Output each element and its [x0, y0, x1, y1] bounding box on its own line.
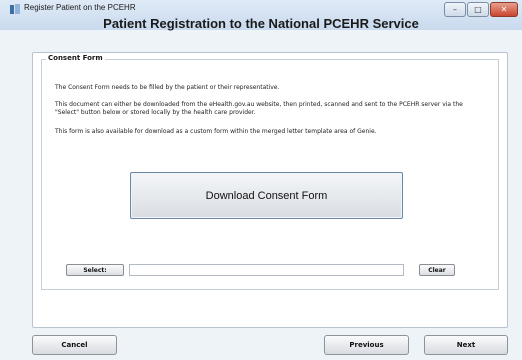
app-icon [10, 4, 20, 14]
consent-instruction-3: This form is also available for download… [55, 128, 377, 135]
register-patient-window: Register Patient on the PCEHR – □ ✕ Pati… [0, 0, 522, 360]
download-consent-form-button[interactable]: Download Consent Form [130, 172, 403, 219]
window-title: Register Patient on the PCEHR [24, 3, 136, 12]
consent-instruction-2: This document can either be downloaded f… [55, 101, 463, 116]
consent-instruction-1: The Consent Form needs to be filled by t… [55, 84, 280, 91]
next-button[interactable]: Next [424, 335, 508, 355]
clear-button[interactable]: Clear [419, 264, 455, 276]
close-icon[interactable]: ✕ [490, 2, 518, 17]
previous-button[interactable]: Previous [324, 335, 409, 355]
select-button[interactable]: Select: [66, 264, 124, 276]
page-title: Patient Registration to the National PCE… [103, 16, 419, 31]
cancel-button[interactable]: Cancel [32, 335, 117, 355]
window-controls: – □ ✕ [443, 2, 518, 17]
maximize-icon[interactable]: □ [467, 2, 489, 17]
consent-form-legend: Consent Form [46, 54, 105, 62]
minimize-icon[interactable]: – [444, 2, 466, 17]
consent-file-path-field[interactable] [129, 264, 404, 276]
